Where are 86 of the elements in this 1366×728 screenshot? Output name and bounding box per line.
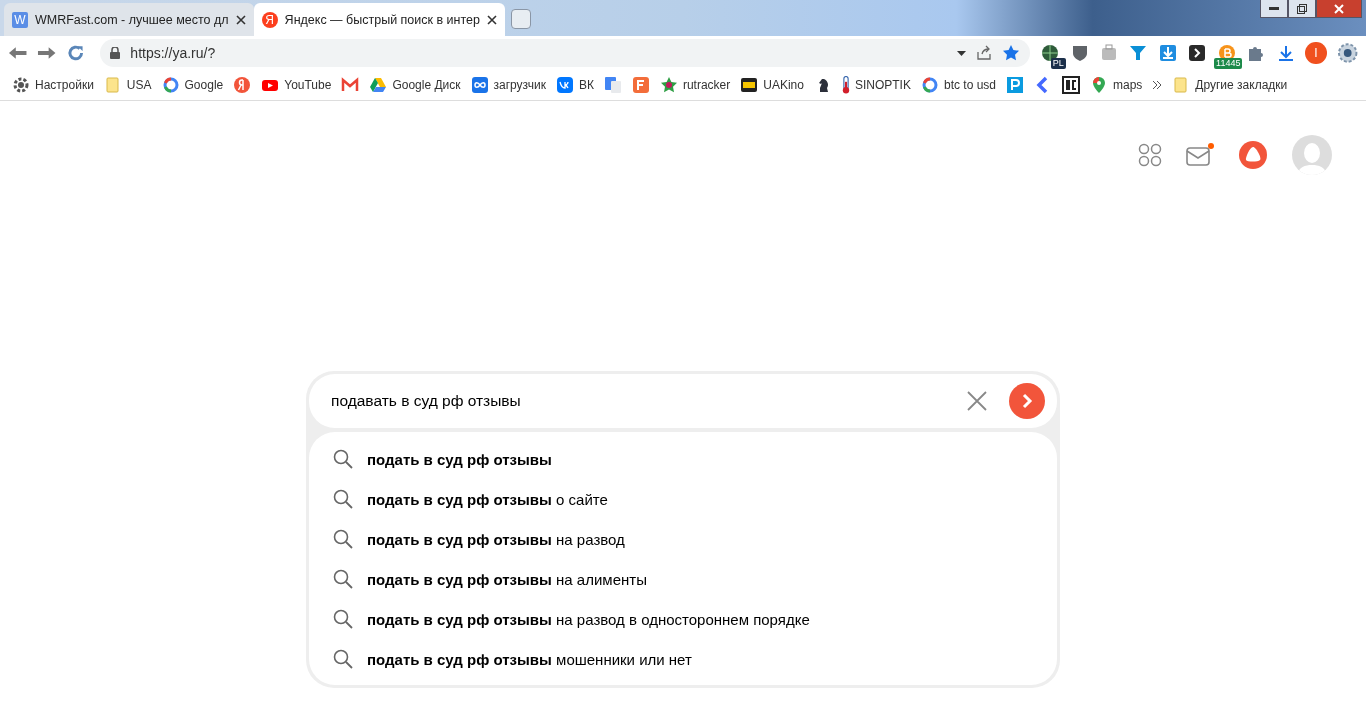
- download-box-icon[interactable]: [1158, 44, 1177, 62]
- vk-icon: [555, 76, 574, 94]
- search-bar[interactable]: подавать в суд рф отзывы: [309, 374, 1057, 428]
- briefcase-icon[interactable]: [1099, 44, 1118, 62]
- bookmark-link[interactable]: Другие закладки: [1195, 78, 1288, 92]
- forward-icon[interactable]: [37, 46, 57, 60]
- thermometer-icon: [841, 76, 850, 94]
- parking-icon: [1006, 76, 1024, 94]
- bookmark-link[interactable]: Настройки: [35, 78, 94, 92]
- tab-title: Яндекс — быстрый поиск в интер: [284, 12, 480, 27]
- bookmark-link[interactable]: UAKino: [763, 78, 804, 92]
- bookmark-link[interactable]: maps: [1113, 78, 1143, 92]
- suggestion-item[interactable]: подать в суд рф отзывы на алименты: [367, 570, 647, 588]
- google-icon: [161, 76, 180, 94]
- folder-icon: [103, 76, 122, 94]
- suggestion-item[interactable]: подать в суд рф отзывы: [367, 450, 552, 468]
- suggestion-item[interactable]: подать в суд рф отзывы на развод в одностороннем порядке: [367, 610, 810, 628]
- search-button[interactable]: [1009, 383, 1045, 419]
- url-text: https://ya.ru/?: [130, 45, 217, 61]
- bookmark-link[interactable]: USA: [126, 78, 152, 92]
- map-pin-icon: [1090, 76, 1108, 94]
- more-icon[interactable]: [1152, 80, 1163, 90]
- funnel-icon[interactable]: [1129, 44, 1148, 62]
- search-icon: [333, 449, 353, 469]
- browser-tab[interactable]: W WMRFast.com - лучшее место дл: [4, 3, 254, 36]
- star-icon: [659, 76, 678, 94]
- suggestion-item[interactable]: подать в суд рф отзывы о сайте: [367, 490, 608, 508]
- infinity-icon: [470, 76, 489, 94]
- lock-icon: [110, 47, 121, 59]
- person-silhouette-icon: [1297, 141, 1327, 175]
- search-icon: [333, 569, 353, 589]
- search-icon: [333, 609, 353, 629]
- close-icon[interactable]: [487, 14, 497, 25]
- gear-icon[interactable]: [1336, 42, 1359, 64]
- address-bar[interactable]: https://ya.ru/?: [100, 39, 1031, 67]
- bookmark-link[interactable]: YouTube: [284, 78, 332, 92]
- apps-grid-icon[interactable]: [1138, 143, 1162, 167]
- google-icon: [920, 76, 939, 94]
- minimize-button[interactable]: [1260, 0, 1288, 18]
- app-icon: [631, 76, 650, 94]
- bookmark-link[interactable]: Google: [184, 78, 224, 92]
- gmail-icon: [341, 76, 360, 94]
- minimize-icon: [1269, 7, 1279, 10]
- close-icon: [1334, 3, 1344, 14]
- suggestion-item[interactable]: подать в суд рф отзывы мошенники или нет: [367, 650, 692, 668]
- gear-icon: [12, 76, 30, 94]
- drive-icon: [369, 76, 388, 94]
- close-icon[interactable]: [235, 14, 246, 25]
- terminal-icon[interactable]: [1188, 44, 1207, 62]
- puzzle-icon[interactable]: [1247, 44, 1266, 62]
- extension-badge: PL: [1050, 58, 1066, 69]
- film-icon: [740, 76, 759, 94]
- yandex-icon: [233, 76, 252, 94]
- chevron-icon: [1021, 393, 1033, 409]
- share-icon[interactable]: [976, 45, 993, 61]
- bookmark-link[interactable]: Google Диск: [392, 78, 461, 92]
- globe-icon[interactable]: [1041, 44, 1060, 62]
- restore-icon: [1297, 3, 1307, 14]
- bookmark-link[interactable]: ВК: [578, 78, 594, 92]
- search-icon: [333, 529, 353, 549]
- shield-icon[interactable]: [1070, 44, 1089, 62]
- clear-icon[interactable]: [967, 391, 987, 411]
- download-icon[interactable]: [1276, 44, 1295, 62]
- browser-tab[interactable]: Я Яндекс — быстрый поиск в интер: [253, 3, 505, 36]
- tab-title: WMRFast.com - лучшее место дл: [35, 12, 229, 27]
- back-icon[interactable]: [8, 46, 28, 60]
- search-icon: [333, 489, 353, 509]
- search-field[interactable]: подавать в суд рф отзывы: [329, 391, 967, 411]
- favicon: Я: [261, 11, 278, 28]
- search-icon: [333, 649, 353, 669]
- favicon: W: [12, 11, 28, 28]
- reload-icon[interactable]: [66, 44, 85, 62]
- profile-button[interactable]: I: [1305, 42, 1327, 64]
- suggestion-item[interactable]: подать в суд рф отзывы на развод: [367, 530, 625, 548]
- extension-badge: 11445: [1214, 58, 1243, 69]
- maximize-button[interactable]: [1288, 0, 1316, 18]
- alice-icon[interactable]: [1238, 140, 1268, 170]
- bookmark-link[interactable]: btc to usd: [943, 78, 996, 92]
- bookmark-link[interactable]: SINOPTIK: [854, 78, 911, 92]
- bookmark-link[interactable]: загрузчик: [493, 78, 546, 92]
- close-window-button[interactable]: [1316, 0, 1362, 18]
- new-tab-button[interactable]: [511, 9, 531, 29]
- mail-icon[interactable]: [1186, 143, 1214, 167]
- dropdown-icon[interactable]: [957, 50, 967, 56]
- bookmark-link[interactable]: rutracker: [682, 78, 731, 92]
- star-icon[interactable]: [1002, 44, 1021, 62]
